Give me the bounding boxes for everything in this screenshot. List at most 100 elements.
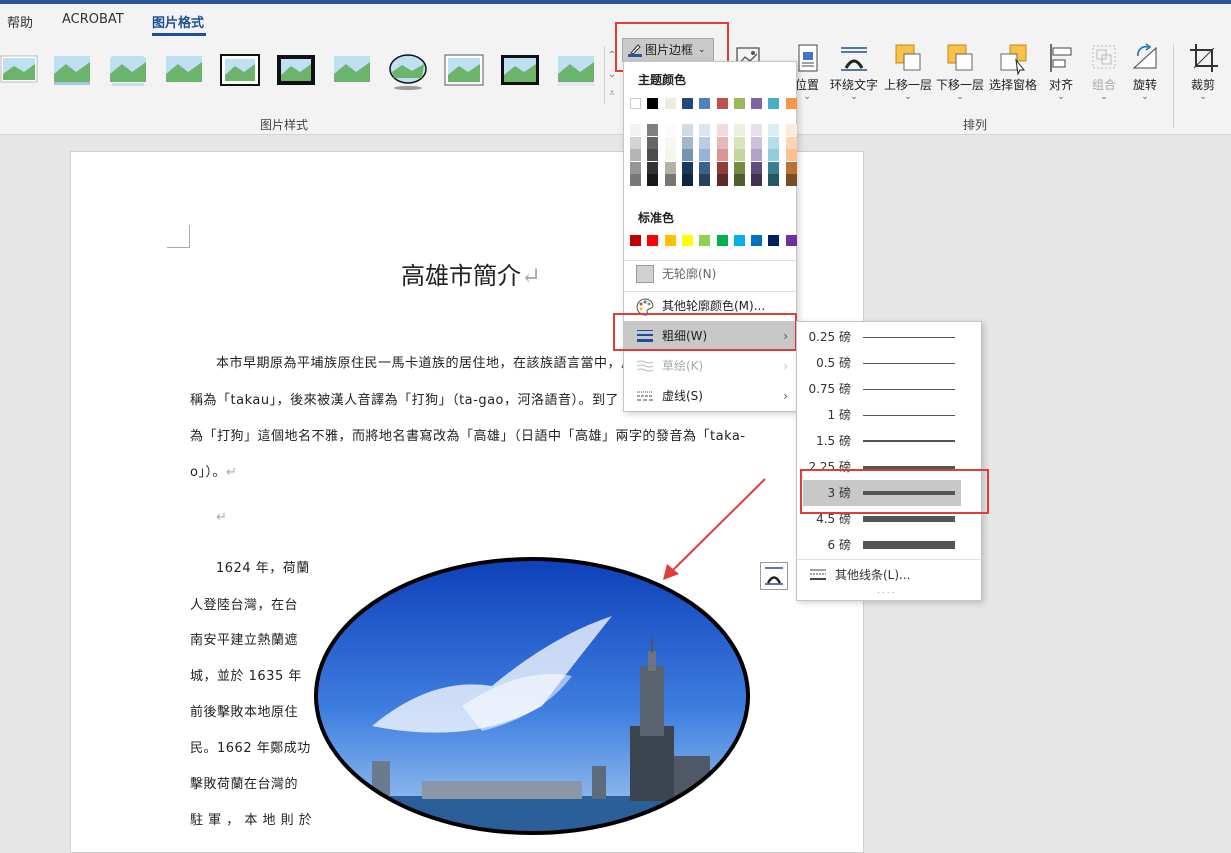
color-swatch[interactable]	[630, 124, 641, 136]
bring-forward-button[interactable]: 上移一层 ⌄	[882, 42, 934, 102]
tab-help[interactable]: 帮助	[7, 12, 33, 31]
color-swatch[interactable]	[768, 161, 780, 174]
color-swatch[interactable]	[785, 98, 797, 109]
picture-style-thumb[interactable]	[220, 52, 260, 88]
color-swatch[interactable]	[716, 174, 728, 186]
color-swatch[interactable]	[647, 149, 659, 161]
color-swatch[interactable]	[751, 149, 763, 161]
gallery-more-icon[interactable]: ⩡	[605, 84, 619, 103]
color-swatch[interactable]	[716, 136, 728, 149]
color-swatch[interactable]	[733, 149, 745, 161]
weight-option[interactable]: 0.75 磅	[797, 376, 981, 402]
color-swatch[interactable]	[681, 98, 693, 109]
color-swatch[interactable]	[751, 124, 763, 136]
color-swatch[interactable]	[751, 98, 763, 109]
weight-option[interactable]: 1.5 磅	[797, 428, 981, 454]
color-swatch[interactable]	[630, 149, 641, 161]
standard-color-swatch[interactable]	[733, 235, 745, 246]
color-swatch[interactable]	[664, 98, 676, 109]
send-backward-button[interactable]: 下移一层 ⌄	[934, 42, 986, 102]
picture-style-thumb[interactable]	[52, 52, 92, 88]
picture-style-thumb[interactable]	[0, 52, 40, 88]
color-swatch[interactable]	[630, 174, 641, 186]
color-swatch[interactable]	[699, 161, 711, 174]
color-swatch[interactable]	[647, 98, 659, 109]
wrap-text-button[interactable]: 环绕文字 ⌄	[828, 42, 880, 102]
color-swatch[interactable]	[785, 136, 797, 149]
color-swatch[interactable]	[681, 149, 693, 161]
standard-color-swatch[interactable]	[716, 235, 728, 246]
color-swatch[interactable]	[785, 124, 797, 136]
more-lines-item[interactable]: 其他线条(L)...	[797, 562, 981, 588]
picture-style-thumb[interactable]	[556, 52, 596, 88]
weight-option[interactable]: 0.25 磅	[797, 324, 981, 350]
color-swatch[interactable]	[664, 124, 676, 136]
standard-color-swatch[interactable]	[630, 235, 641, 246]
selection-pane-button[interactable]: 选择窗格	[987, 42, 1039, 92]
weight-option[interactable]: 6 磅	[797, 532, 981, 558]
color-swatch[interactable]	[733, 136, 745, 149]
color-swatch[interactable]	[681, 124, 693, 136]
standard-color-swatch[interactable]	[681, 235, 693, 246]
standard-color-swatch[interactable]	[699, 235, 711, 246]
color-swatch[interactable]	[785, 149, 797, 161]
color-swatch[interactable]	[733, 124, 745, 136]
resize-grip-icon[interactable]: ....	[877, 586, 896, 596]
color-swatch[interactable]	[630, 136, 641, 149]
color-swatch[interactable]	[630, 161, 641, 174]
color-swatch[interactable]	[699, 149, 711, 161]
color-swatch[interactable]	[664, 136, 676, 149]
color-swatch[interactable]	[647, 136, 659, 149]
picture-style-thumb[interactable]	[276, 52, 316, 88]
color-swatch[interactable]	[716, 124, 728, 136]
picture-style-thumb[interactable]	[108, 52, 148, 88]
picture-style-thumb[interactable]	[500, 52, 540, 88]
color-swatch[interactable]	[785, 174, 797, 186]
color-swatch[interactable]	[699, 174, 711, 186]
color-swatch[interactable]	[768, 174, 780, 186]
color-swatch[interactable]	[733, 98, 745, 109]
weight-option[interactable]: 1 磅	[797, 402, 981, 428]
color-swatch[interactable]	[733, 161, 745, 174]
color-swatch[interactable]	[751, 136, 763, 149]
color-swatch[interactable]	[768, 98, 780, 109]
color-swatch[interactable]	[664, 174, 676, 186]
color-swatch[interactable]	[733, 174, 745, 186]
no-outline-item[interactable]: 无轮廓(N)	[624, 259, 796, 289]
dashes-item[interactable]: 虚线(S) ›	[624, 381, 796, 411]
color-swatch[interactable]	[630, 98, 641, 109]
color-swatch[interactable]	[699, 98, 711, 109]
standard-color-swatch[interactable]	[647, 235, 659, 246]
color-swatch[interactable]	[768, 149, 780, 161]
color-swatch[interactable]	[647, 174, 659, 186]
standard-color-swatch[interactable]	[768, 235, 780, 246]
color-swatch[interactable]	[716, 161, 728, 174]
picture-style-thumb[interactable]	[164, 52, 204, 88]
color-swatch[interactable]	[681, 161, 693, 174]
picture-style-thumb-oval[interactable]	[388, 52, 428, 90]
color-swatch[interactable]	[751, 161, 763, 174]
tab-picture-format[interactable]: 图片格式	[152, 12, 204, 31]
rotate-button[interactable]: 旋转 ⌄	[1119, 42, 1171, 102]
color-swatch[interactable]	[681, 174, 693, 186]
color-swatch[interactable]	[716, 98, 728, 109]
standard-color-swatch[interactable]	[751, 235, 763, 246]
color-swatch[interactable]	[664, 161, 676, 174]
standard-color-swatch[interactable]	[664, 235, 676, 246]
weight-option[interactable]: 0.5 磅	[797, 350, 981, 376]
color-swatch[interactable]	[751, 174, 763, 186]
color-swatch[interactable]	[716, 149, 728, 161]
color-swatch[interactable]	[699, 136, 711, 149]
picture-style-thumb[interactable]	[444, 52, 484, 88]
sketched-item[interactable]: 草绘(K) ›	[624, 351, 796, 381]
picture-style-thumb[interactable]	[332, 52, 372, 88]
color-swatch[interactable]	[768, 124, 780, 136]
color-swatch[interactable]	[699, 124, 711, 136]
crop-button[interactable]: 裁剪 ⌄	[1177, 42, 1229, 102]
tab-acrobat[interactable]: ACROBAT	[62, 12, 124, 27]
color-swatch[interactable]	[647, 124, 659, 136]
standard-color-swatch[interactable]	[785, 235, 797, 246]
kaohsiung-skyline-picture[interactable]	[312, 556, 752, 837]
color-swatch[interactable]	[664, 149, 676, 161]
color-swatch[interactable]	[681, 136, 693, 149]
